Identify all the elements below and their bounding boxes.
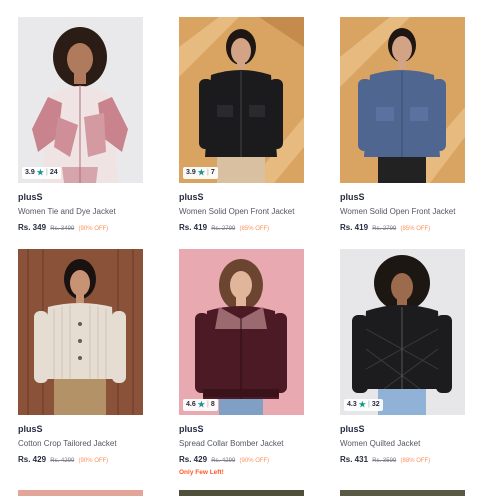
product-brand: plusS (18, 192, 43, 202)
stock-warning: Only Few Left! (179, 469, 224, 476)
original-price: Rs. 2799 (211, 226, 236, 232)
selling-price: Rs. 419 (179, 223, 208, 232)
product-name: Women Solid Open Front Jacket (179, 207, 295, 216)
star-icon: ★ (197, 168, 205, 177)
rating-separator: | (206, 401, 209, 408)
product-brand: plusS (179, 424, 204, 434)
product-name: Spread Collar Bomber Jacket (179, 439, 284, 448)
product-image[interactable] (179, 490, 304, 496)
product-brand: plusS (179, 192, 204, 202)
product-card[interactable]: 4.6 ★ | 8 plusS Spread Collar Bomber Jac… (179, 249, 304, 481)
star-icon: ★ (36, 168, 44, 177)
selling-price: Rs. 429 (179, 455, 208, 464)
rating-badge: 3.9 ★ | 7 (183, 167, 218, 179)
product-image[interactable]: 3.9 ★ | 24 (18, 17, 143, 183)
product-price: Rs. 431 Rs. 3599 (88% OFF) (340, 454, 465, 465)
discount-label: (88% OFF) (400, 458, 431, 464)
rating-count: 24 (49, 169, 58, 176)
original-price: Rs. 4299 (50, 458, 75, 464)
product-name: Women Quilted Jacket (340, 439, 421, 448)
rating-count: 8 (210, 401, 215, 408)
rating-count: 32 (371, 401, 380, 408)
product-image[interactable] (18, 490, 143, 496)
product-name: Cotton Crop Tailored Jacket (18, 439, 117, 448)
product-price: Rs. 349 Rs. 3499 (90% OFF) (18, 222, 143, 233)
star-icon: ★ (358, 400, 366, 409)
discount-label: (85% OFF) (400, 226, 431, 232)
product-brand: plusS (340, 424, 365, 434)
discount-label: (90% OFF) (239, 458, 270, 464)
selling-price: Rs. 431 (340, 455, 369, 464)
rating-value: 3.9 (25, 169, 35, 176)
product-image[interactable] (340, 17, 465, 183)
product-name: Women Solid Open Front Jacket (340, 207, 456, 216)
rating-value: 4.6 (186, 401, 196, 408)
original-price: Rs. 2799 (372, 226, 397, 232)
product-price: Rs. 419 Rs. 2799 (85% OFF) (340, 222, 465, 233)
rating-separator: | (45, 169, 48, 176)
product-card[interactable]: 3.9 ★ | 24 plusS Women Tie and Dye Jacke… (18, 17, 143, 249)
discount-label: (85% OFF) (239, 226, 270, 232)
rating-badge: 4.3 ★ | 32 (344, 399, 383, 411)
rating-badge: 3.9 ★ | 24 (22, 167, 61, 179)
discount-label: (90% OFF) (78, 458, 109, 464)
original-price: Rs. 3599 (372, 458, 397, 464)
selling-price: Rs. 419 (340, 223, 369, 232)
product-card[interactable]: 4.3 ★ | 32 plusS Women Quilted Jacket Rs… (340, 249, 465, 481)
product-brand: plusS (340, 192, 365, 202)
original-price: Rs. 4299 (211, 458, 236, 464)
product-image[interactable] (340, 490, 465, 496)
product-image[interactable]: 3.9 ★ | 7 (179, 17, 304, 183)
rating-separator: | (367, 401, 370, 408)
rating-separator: | (206, 169, 209, 176)
product-card[interactable]: plusS Women Solid Open Front Jacket Rs. … (340, 17, 465, 249)
rating-count: 7 (210, 169, 215, 176)
selling-price: Rs. 349 (18, 223, 47, 232)
product-image[interactable]: 4.6 ★ | 8 (179, 249, 304, 415)
rating-value: 4.3 (347, 401, 357, 408)
product-price: Rs. 429 Rs. 4299 (90% OFF) (179, 454, 304, 465)
selling-price: Rs. 429 (18, 455, 47, 464)
discount-label: (90% OFF) (78, 226, 109, 232)
product-price: Rs. 429 Rs. 4299 (90% OFF) (18, 454, 143, 465)
rating-value: 3.9 (186, 169, 196, 176)
product-image[interactable]: 4.3 ★ | 32 (340, 249, 465, 415)
product-card[interactable]: 3.9 ★ | 7 plusS Women Solid Open Front J… (179, 17, 304, 249)
product-brand: plusS (18, 424, 43, 434)
rating-badge: 4.6 ★ | 8 (183, 399, 218, 411)
star-icon: ★ (197, 400, 205, 409)
original-price: Rs. 3499 (50, 226, 75, 232)
product-name: Women Tie and Dye Jacket (18, 207, 116, 216)
product-image[interactable] (18, 249, 143, 415)
product-price: Rs. 419 Rs. 2799 (85% OFF) (179, 222, 304, 233)
product-card[interactable]: plusS Cotton Crop Tailored Jacket Rs. 42… (18, 249, 143, 481)
product-grid: 3.9 ★ | 24 plusS Women Tie and Dye Jacke… (18, 17, 465, 481)
